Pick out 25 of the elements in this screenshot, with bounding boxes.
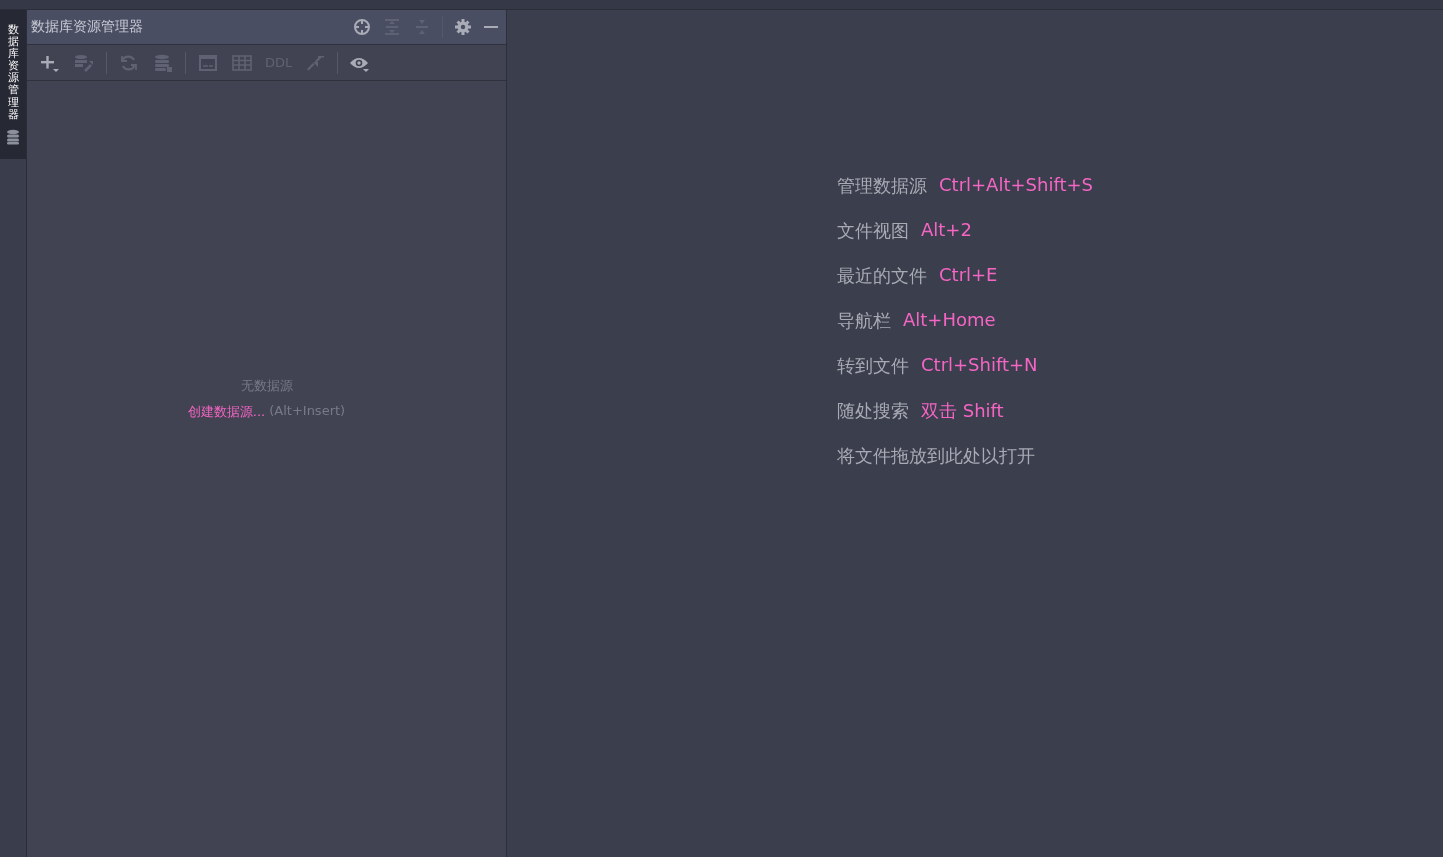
hint-label: 导航栏 <box>837 309 891 333</box>
database-icon <box>152 52 174 73</box>
database-icon <box>6 128 20 145</box>
hint-label: 转到文件 <box>837 354 909 378</box>
hint-label: 最近的文件 <box>837 264 927 288</box>
hint-shortcut: 双击 Shift <box>921 399 1004 423</box>
hint-label: 随处搜索 <box>837 399 909 423</box>
hint-label: 文件视图 <box>837 219 909 243</box>
locate-icon <box>353 18 371 36</box>
minimize-icon <box>484 26 498 28</box>
hint-shortcut: Ctrl+E <box>939 264 998 287</box>
hint-shortcut: Alt+Home <box>903 309 996 332</box>
hint-label: 将文件拖放到此处以打开 <box>837 444 1035 468</box>
hint-shortcut: Alt+2 <box>921 219 972 242</box>
hint-shortcut: Ctrl+Alt+Shift+S <box>939 174 1093 197</box>
table-icon <box>231 52 253 73</box>
create-data-source-link[interactable]: 创建数据源... <box>187 403 266 421</box>
console-icon <box>197 52 219 73</box>
panel-title: 数据库资源管理器 <box>31 18 144 36</box>
settings-icon <box>454 18 472 36</box>
hint-label: 管理数据源 <box>837 174 927 198</box>
database-wrench-icon <box>73 52 95 73</box>
side-tab[interactable]: 数据库资源管理器 <box>0 10 26 159</box>
hint-shortcut: Ctrl+Shift+N <box>921 354 1038 377</box>
refresh-icon <box>118 52 140 73</box>
